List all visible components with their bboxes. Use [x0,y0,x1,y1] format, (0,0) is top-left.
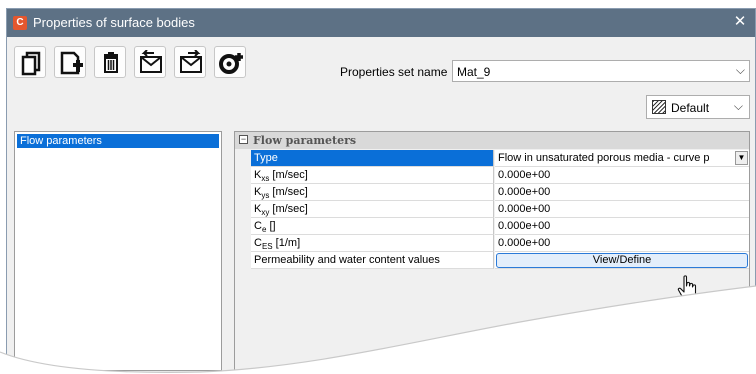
torn-edge-overlay [0,285,756,374]
